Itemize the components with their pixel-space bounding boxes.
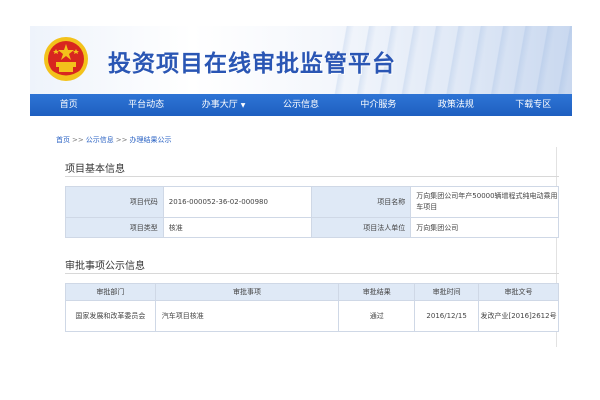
nav-item-downloads[interactable]: 下载专区 <box>495 94 572 116</box>
nav-item-public-info[interactable]: 公示信息 <box>262 94 339 116</box>
project-info-title: 项目基本信息 <box>65 164 125 175</box>
table-row: 项目类型 核准 项目法人单位 万向集团公司 <box>65 217 559 238</box>
project-code-label: 项目代码 <box>65 186 164 218</box>
section-divider <box>65 273 559 274</box>
breadcrumb-current[interactable]: 办理结果公示 <box>129 136 171 144</box>
nav-item-label: 办事大厅 <box>201 100 238 110</box>
main-nav: 首页 平台动态 办事大厅 ▼ 公示信息 中介服务 政策法规 下载专区 <box>30 94 572 116</box>
approval-table: 审批部门 审批事项 审批结果 审批时间 审批文号 国家发展和改革委员会 汽车项目… <box>65 283 559 332</box>
approval-date: 2016/12/15 <box>414 300 480 332</box>
project-name-value: 万向集团公司年产50000辆增程式纯电动乘用车项目 <box>410 186 559 218</box>
column-header-date: 审批时间 <box>414 283 480 301</box>
section-divider <box>65 176 559 177</box>
legal-entity-label: 项目法人单位 <box>310 217 412 238</box>
project-type-value: 核准 <box>162 217 312 238</box>
nav-item-label: 中介服务 <box>360 100 397 110</box>
approval-item: 汽车项目核准 <box>154 300 340 332</box>
breadcrumb-public-info-link[interactable]: 公示信息 <box>86 136 114 144</box>
nav-item-label: 首页 <box>59 100 78 110</box>
nav-item-agency-service[interactable]: 中介服务 <box>340 94 417 116</box>
table-row: 项目代码 2016-000052-36-02-000980 项目名称 万向集团公… <box>65 186 559 218</box>
table-header-row: 审批部门 审批事项 审批结果 审批时间 审批文号 <box>65 283 559 301</box>
caret-down-icon: ▼ <box>240 102 246 109</box>
legal-entity-value: 万向集团公司 <box>410 217 559 238</box>
nav-item-home[interactable]: 首页 <box>30 94 107 116</box>
approval-doc-no: 发改产业[2016]2612号 <box>478 300 559 332</box>
breadcrumb-separator: >> <box>115 136 128 144</box>
column-header-result: 审批结果 <box>338 283 416 301</box>
nav-item-label: 平台动态 <box>128 100 165 110</box>
approval-info-title: 审批事项公示信息 <box>65 261 145 272</box>
site-title: 投资项目在线审批监管平台 <box>108 51 396 77</box>
column-header-dept: 审批部门 <box>65 283 156 301</box>
nav-item-label: 公示信息 <box>282 100 319 110</box>
project-info-table: 项目代码 2016-000052-36-02-000980 项目名称 万向集团公… <box>65 186 559 238</box>
breadcrumb-separator: >> <box>72 136 84 144</box>
breadcrumb-home-link[interactable]: 首页 <box>56 136 70 144</box>
breadcrumb: 首页 >> 公示信息 >> 办理结果公示 <box>56 135 171 145</box>
approval-result: 通过 <box>338 300 416 332</box>
national-emblem-icon <box>44 37 88 81</box>
project-type-label: 项目类型 <box>65 217 164 238</box>
header-banner: 投资项目在线审批监管平台 <box>30 26 572 94</box>
project-name-label: 项目名称 <box>310 186 412 218</box>
column-header-item: 审批事项 <box>154 283 340 301</box>
column-header-doc-no: 审批文号 <box>478 283 559 301</box>
table-row: 国家发展和改革委员会 汽车项目核准 通过 2016/12/15 发改产业[201… <box>65 300 559 332</box>
nav-item-service-hall[interactable]: 办事大厅 ▼ <box>185 94 262 116</box>
nav-item-label: 下载专区 <box>515 100 552 110</box>
nav-item-label: 政策法规 <box>437 100 474 110</box>
nav-item-platform-news[interactable]: 平台动态 <box>107 94 184 116</box>
project-code-value: 2016-000052-36-02-000980 <box>162 186 312 218</box>
nav-item-policies[interactable]: 政策法规 <box>417 94 494 116</box>
approval-dept: 国家发展和改革委员会 <box>65 300 156 332</box>
